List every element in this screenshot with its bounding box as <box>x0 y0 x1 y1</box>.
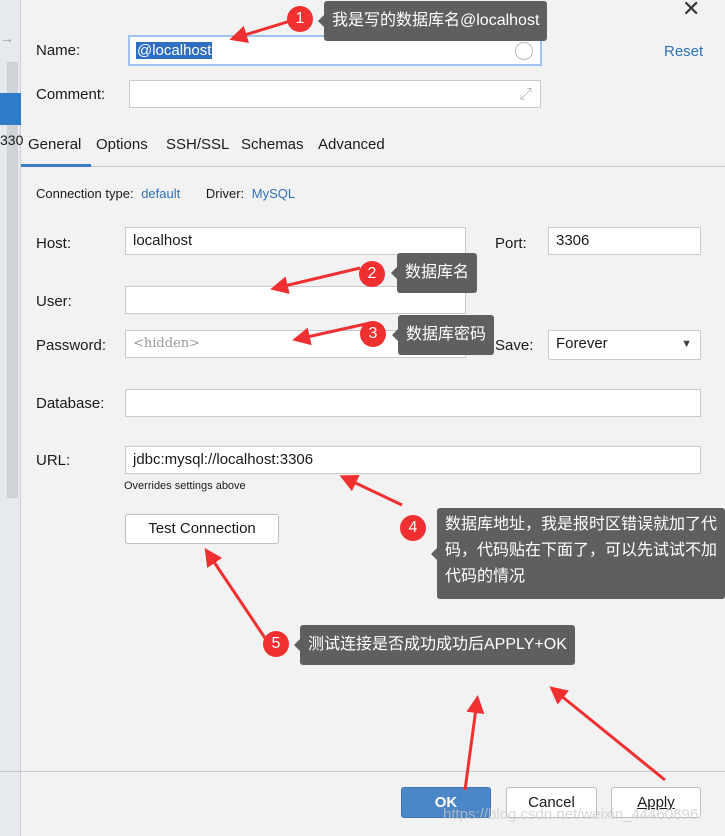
annotation-arrows <box>204 16 666 791</box>
arrow-6 <box>463 695 485 791</box>
annotation-callout-3: 数据库密码 <box>391 315 495 355</box>
annotation-callout-2: 数据库名 <box>390 253 478 293</box>
arrow-7 <box>549 686 666 782</box>
annotation-callout-5: 测试连接是否成功成功后APPLY+OK <box>294 625 575 665</box>
annotation-number-2: 2 <box>359 261 385 287</box>
arrow-5 <box>204 548 267 639</box>
annotation-number-4: 4 <box>400 515 426 541</box>
annotation-callout-4: 数据库地址，我是报时区错误就加了代码，代码贴在下面了，可以先试试不加代码的情况 <box>431 508 725 599</box>
arrow-4 <box>339 475 403 507</box>
annotation-number-1: 1 <box>287 6 313 32</box>
arrow-2 <box>270 266 361 294</box>
annotation-callout-1: 我是写的数据库名@localhost <box>317 1 548 41</box>
annotation-number-3: 3 <box>360 321 386 347</box>
annotation-number-5: 5 <box>263 631 289 657</box>
